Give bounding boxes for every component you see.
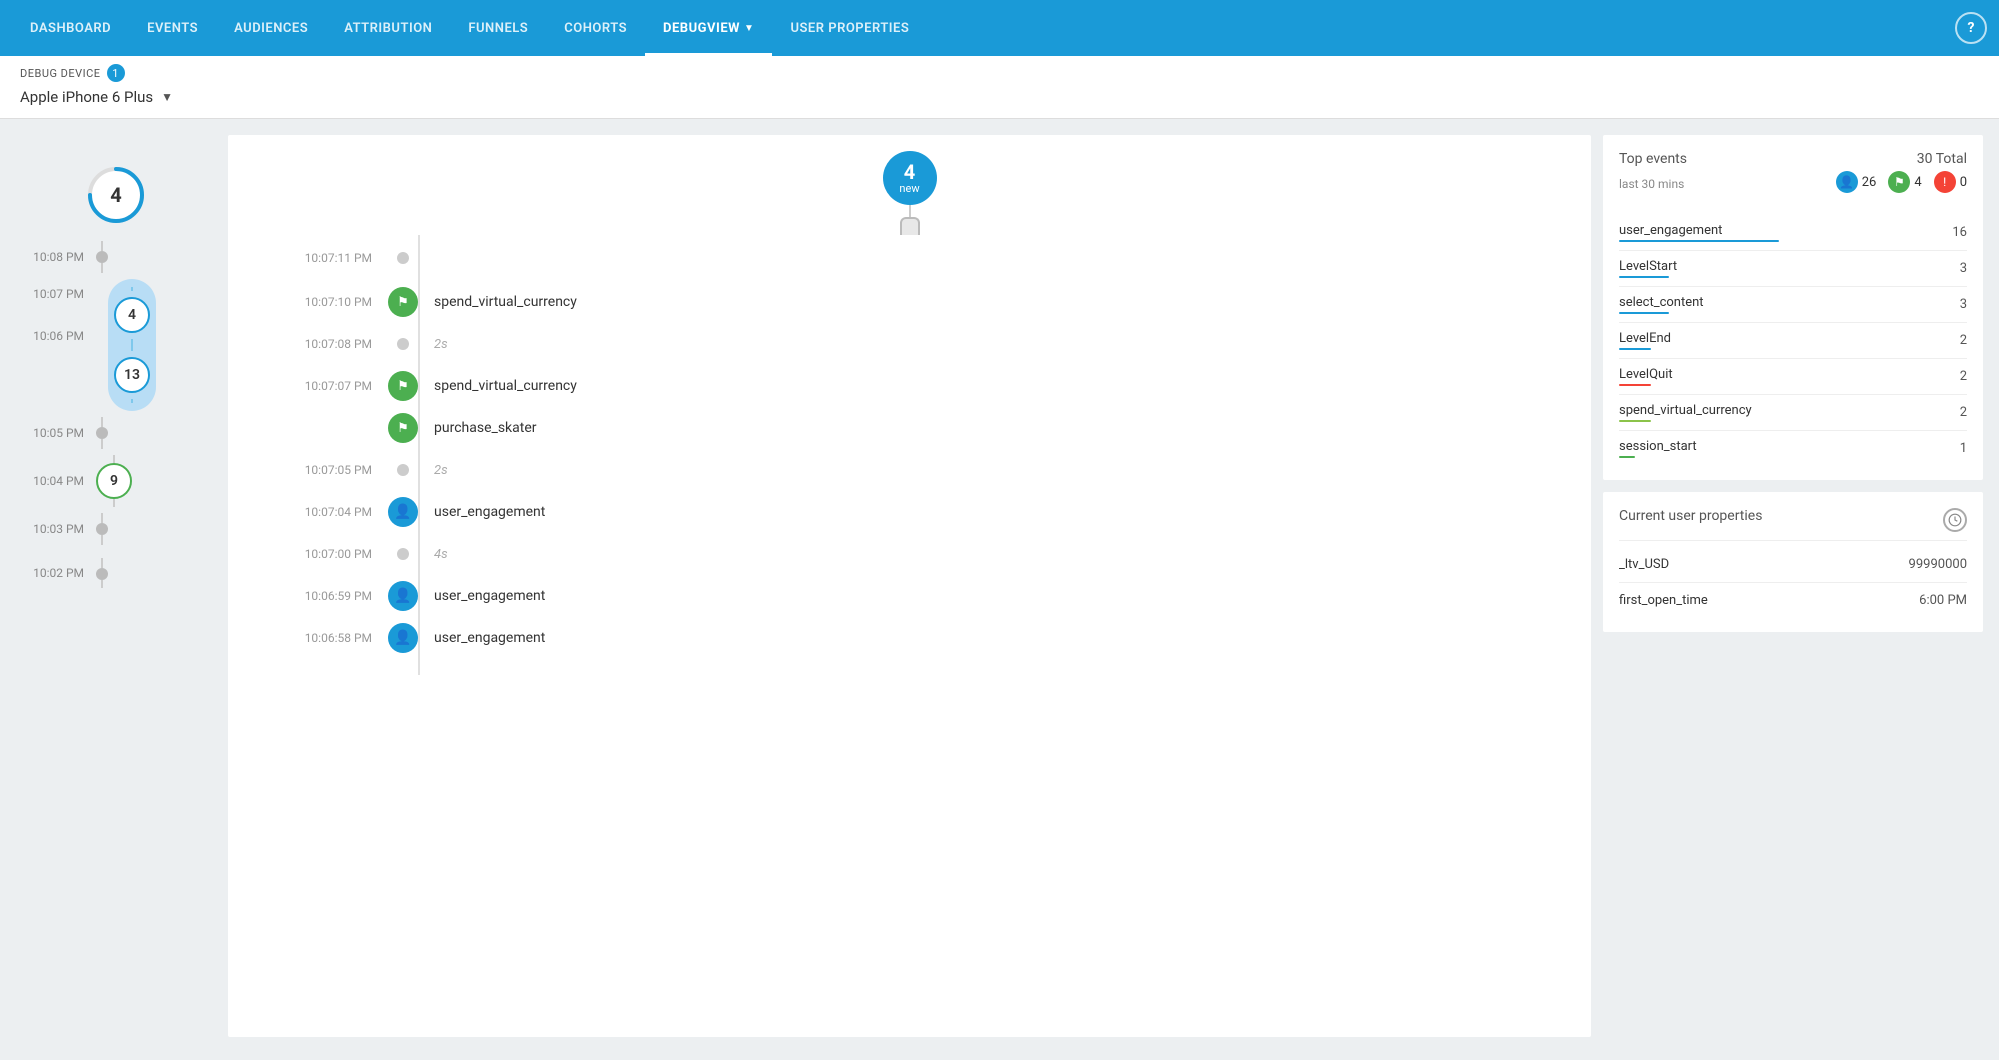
ts-circle-9[interactable]: 9 <box>96 463 132 499</box>
event-list-item[interactable]: select_content 3 <box>1619 289 1967 320</box>
ts-circle-13[interactable]: 13 <box>114 357 150 393</box>
timeline-sidebar: 4 10:08 PM 10:07 PM 10:06 PM <box>16 135 216 1037</box>
red-warning-icon: ! <box>1934 171 1956 193</box>
event-row[interactable]: 10:06:59 PM 👤 user_engagement <box>228 575 1591 617</box>
timeline-row-1002: 10:02 PM <box>26 551 216 595</box>
timeline-row-1005: 10:05 PM <box>26 411 216 455</box>
event-icon-green: ⚑ <box>388 287 418 317</box>
prop-row-ltv: _ltv_USD 99990000 <box>1619 549 1967 580</box>
top-events-total: 30 Total <box>1917 151 1967 167</box>
top-events-list: user_engagement 16 LevelStart 3 <box>1619 217 1967 464</box>
event-list-item[interactable]: LevelStart 3 <box>1619 253 1967 284</box>
event-row[interactable]: 10:07:10 PM ⚑ spend_virtual_currency <box>228 281 1591 323</box>
ts-dot-1002 <box>96 568 108 580</box>
timeline-highlight: 10:07 PM 10:06 PM 4 13 <box>26 279 216 411</box>
user-properties-card: Current user properties _ltv_USD 9999000… <box>1603 492 1983 632</box>
event-row[interactable]: 10:06:58 PM 👤 user_engagement <box>228 617 1591 659</box>
event-row: 10:07:11 PM <box>228 235 1591 281</box>
device-chevron-icon: ▼ <box>161 90 173 104</box>
event-list-item[interactable]: user_engagement 16 <box>1619 217 1967 248</box>
event-icon-blue: 👤 <box>388 497 418 527</box>
event-row[interactable]: 10:07:07 PM ⚑ spend_virtual_currency <box>228 365 1591 407</box>
nav-funnels[interactable]: FUNNELS <box>450 0 546 56</box>
main-content: 4 10:08 PM 10:07 PM 10:06 PM <box>0 119 1999 1053</box>
debug-badge: 1 <box>107 64 125 82</box>
event-row[interactable]: ⚑ purchase_skater <box>228 407 1591 449</box>
event-icon-blue: 👤 <box>388 581 418 611</box>
user-props-title: Current user properties <box>1619 508 1762 524</box>
new-events-header: 4 new <box>228 135 1591 235</box>
event-icon-blue: 👤 <box>388 623 418 653</box>
event-list-item[interactable]: spend_virtual_currency 2 <box>1619 397 1967 428</box>
event-icon-green: ⚑ <box>388 413 418 443</box>
ts-dot-1003 <box>96 523 108 535</box>
history-icon-button[interactable] <box>1943 508 1967 532</box>
top-circle-number: 4 <box>110 183 121 207</box>
green-flag-icon: ⚑ <box>1888 171 1910 193</box>
event-panel: 4 new 10:07:11 PM 10:07:1 <box>228 135 1591 1037</box>
chevron-down-icon: ▼ <box>744 23 754 34</box>
badge-red: ! 0 <box>1934 171 1967 193</box>
top-events-subtitle: last 30 mins <box>1619 177 1684 191</box>
nav-user-properties[interactable]: USER PROPERTIES <box>772 0 927 56</box>
event-icon-green: ⚑ <box>388 371 418 401</box>
new-events-badge[interactable]: 4 new <box>883 151 937 205</box>
timeline-row-1008: 10:08 PM <box>26 235 216 279</box>
event-row: 10:07:00 PM 4s <box>228 533 1591 575</box>
event-list-item[interactable]: LevelEnd 2 <box>1619 325 1967 356</box>
right-panel: Top events 30 Total last 30 mins 👤 26 ⚑ … <box>1603 135 1983 1037</box>
event-badges: 👤 26 ⚑ 4 ! 0 <box>1836 171 1967 193</box>
help-button[interactable]: ? <box>1955 12 1987 44</box>
event-row[interactable]: 10:07:04 PM 👤 user_engagement <box>228 491 1591 533</box>
prop-row-first-open: first_open_time 6:00 PM <box>1619 585 1967 616</box>
toolbar: DEBUG DEVICE 1 Apple iPhone 6 Plus ▼ <box>0 56 1999 119</box>
blue-person-icon: 👤 <box>1836 171 1858 193</box>
nav-events[interactable]: EVENTS <box>129 0 216 56</box>
event-row: 10:07:08 PM 2s <box>228 323 1591 365</box>
badge-blue: 👤 26 <box>1836 171 1877 193</box>
top-events-title: Top events <box>1619 151 1687 167</box>
nav-debugview[interactable]: DEBUGVIEW ▼ <box>645 0 772 56</box>
event-row: 10:07:05 PM 2s <box>228 449 1591 491</box>
ts-circle-4[interactable]: 4 <box>114 297 150 333</box>
event-list-item[interactable]: session_start 1 <box>1619 433 1967 464</box>
timeline-row-1004: 10:04 PM 9 <box>26 455 216 507</box>
debug-device-label: DEBUG DEVICE 1 <box>20 64 1979 82</box>
ts-dot-1005 <box>96 427 108 439</box>
device-selector[interactable]: Apple iPhone 6 Plus ▼ <box>20 88 1979 106</box>
nav-audiences[interactable]: AUDIENCES <box>216 0 326 56</box>
nav-attribution[interactable]: ATTRIBUTION <box>326 0 450 56</box>
timeline-row-1003: 10:03 PM <box>26 507 216 551</box>
event-list-item[interactable]: LevelQuit 2 <box>1619 361 1967 392</box>
nav-dashboard[interactable]: DASHBOARD <box>12 0 129 56</box>
events-list: 10:07:11 PM 10:07:10 PM ⚑ spend_virtual_… <box>228 235 1591 675</box>
ts-dot <box>96 251 108 263</box>
nav-cohorts[interactable]: COHORTS <box>546 0 645 56</box>
top-events-card: Top events 30 Total last 30 mins 👤 26 ⚑ … <box>1603 135 1983 480</box>
badge-green: ⚑ 4 <box>1888 171 1921 193</box>
navigation: DASHBOARD EVENTS AUDIENCES ATTRIBUTION F… <box>0 0 1999 56</box>
